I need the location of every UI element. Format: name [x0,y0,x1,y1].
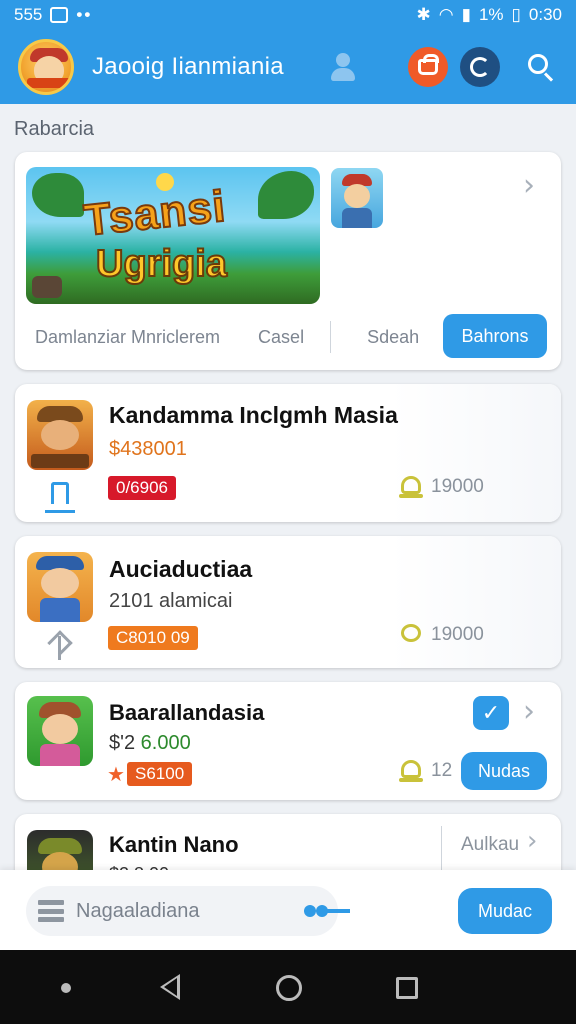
item-thumbnail [27,552,93,622]
status-bar: 555 •• ✱ ◠ ▮ 1% ▯ 0:30 [0,0,576,30]
status-dots: •• [76,5,93,24]
banner-title-line1: Tsansi [81,181,229,247]
divider [441,826,442,870]
bottom-search-bar: Mudac [0,870,576,950]
list-item[interactable]: Kandamma Inclgmh Masia $438001 0/6906 19… [15,384,561,522]
back-icon[interactable] [160,974,180,1000]
sync-button[interactable] [459,47,500,87]
search-input[interactable] [76,899,286,923]
check-icon[interactable]: ✓ [473,696,509,730]
item-subtitle: 2101 alamicai [109,590,233,612]
featured-action-button[interactable]: Bahrons [443,314,547,358]
featured-banner[interactable]: Tsansi Ugrigia [26,167,320,304]
item-title: Kantin Nano [109,832,239,857]
banner-title-line2: Ugrigia [95,242,228,286]
store-icon [417,54,439,75]
assist-icon[interactable] [61,983,71,993]
signal-icon: ▮ [461,5,471,24]
search-field[interactable] [26,886,350,936]
system-nav-bar [0,950,576,1024]
wifi-icon: ◠ [438,5,454,24]
store-button[interactable] [407,47,448,87]
upload-icon[interactable] [45,626,75,662]
item-action-button[interactable]: Nudas [461,752,547,790]
sync-icon [469,57,490,77]
featured-tabs: Damlanziar Mnriclerem Casel Sdeah Bahron… [15,312,561,362]
bluetooth-icon: ✱ [416,5,431,24]
tab-1[interactable]: Damlanziar Mnriclerem [35,327,220,348]
star-icon: ★ [107,762,125,786]
chevron-right-icon[interactable]: › [527,826,537,856]
clock: 0:30 [528,5,562,24]
list-item[interactable]: Baarallandasia $'2 6.000 ★ S6100 ✓ › 12 … [15,682,561,800]
app-title: Jaooig Iianmiania [92,53,284,80]
section-label: Rabarcia [14,118,95,140]
home-icon[interactable] [276,975,302,1001]
item-price: $'2 6.000 [109,732,191,754]
item-title: Baarallandasia [109,700,265,725]
tab-2[interactable]: Casel [258,327,304,348]
battery-level: 1% [478,5,504,24]
item-thumbnail [27,696,93,766]
notification-icon [50,7,69,23]
item-title: Auciaductiaa [109,556,253,582]
battery-icon: ▯ [511,5,521,24]
divider [330,321,332,353]
item-title: Kandamma Inclgmh Masia [109,402,398,428]
item-tag: S6100 [127,762,193,786]
user-icon[interactable] [326,50,360,84]
chevron-right-icon[interactable]: › [523,168,535,203]
list-icon[interactable] [38,900,64,922]
badge-icon [399,622,423,648]
item-price: $438001 [109,438,187,460]
tab-3[interactable]: Sdeah [367,327,419,348]
search-icon[interactable] [526,52,556,82]
app-bar: Jaooig Iianmiania [0,30,576,104]
item-count: 19000 [431,624,484,645]
bell-icon [399,758,423,784]
status-left-text: 555 [14,5,43,24]
item-tag: 0/6906 [108,476,176,500]
share-icon[interactable] [45,480,75,516]
banner-chip [32,276,62,298]
item-thumbnail [27,400,93,470]
bell-icon [399,474,423,500]
featured-thumbnail[interactable] [331,168,383,228]
list-item[interactable]: Auciaductiaa 2101 alamicai C8010 09 1900… [15,536,561,668]
featured-card[interactable]: Tsansi Ugrigia › Damlanziar Mnriclerem C… [15,152,561,370]
recents-icon[interactable] [396,977,418,999]
chevron-right-icon[interactable]: › [523,694,535,729]
bottom-action-button[interactable]: Mudac [458,888,552,934]
key-icon[interactable] [304,904,352,918]
app-logo[interactable] [18,39,74,95]
item-count: 12 [431,760,453,781]
item-count: 19000 [431,476,484,497]
item-right-label[interactable]: Aulkau [461,834,519,856]
item-tag: C8010 09 [108,626,198,650]
